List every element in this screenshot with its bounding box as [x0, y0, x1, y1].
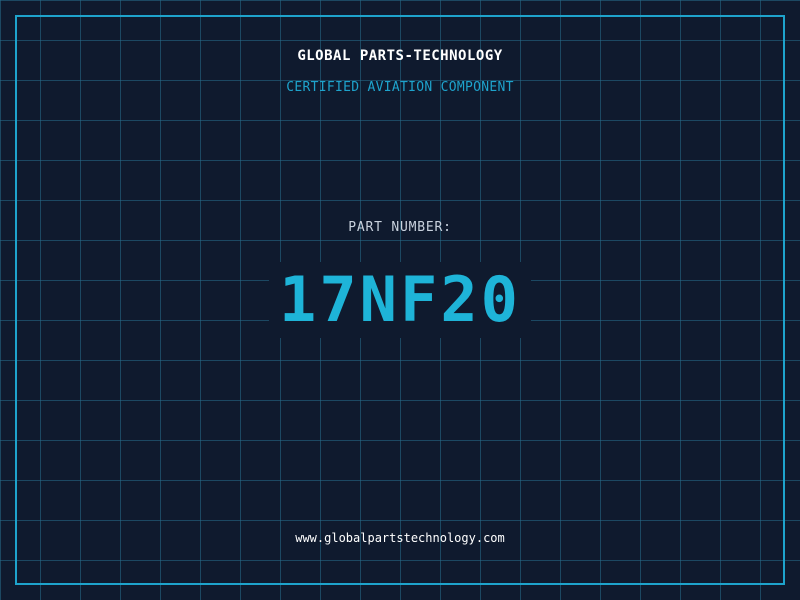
part-number-container: 17NF20	[0, 262, 800, 338]
part-number-label: PART NUMBER:	[348, 220, 452, 235]
certification-subtitle: CERTIFIED AVIATION COMPONENT	[286, 80, 514, 95]
website-url: www.globalpartstechnology.com	[295, 531, 505, 545]
label-card: GLOBAL PARTS-TECHNOLOGY CERTIFIED AVIATI…	[0, 0, 800, 600]
company-name: GLOBAL PARTS-TECHNOLOGY	[297, 48, 503, 64]
part-number-value: 17NF20	[269, 262, 531, 338]
